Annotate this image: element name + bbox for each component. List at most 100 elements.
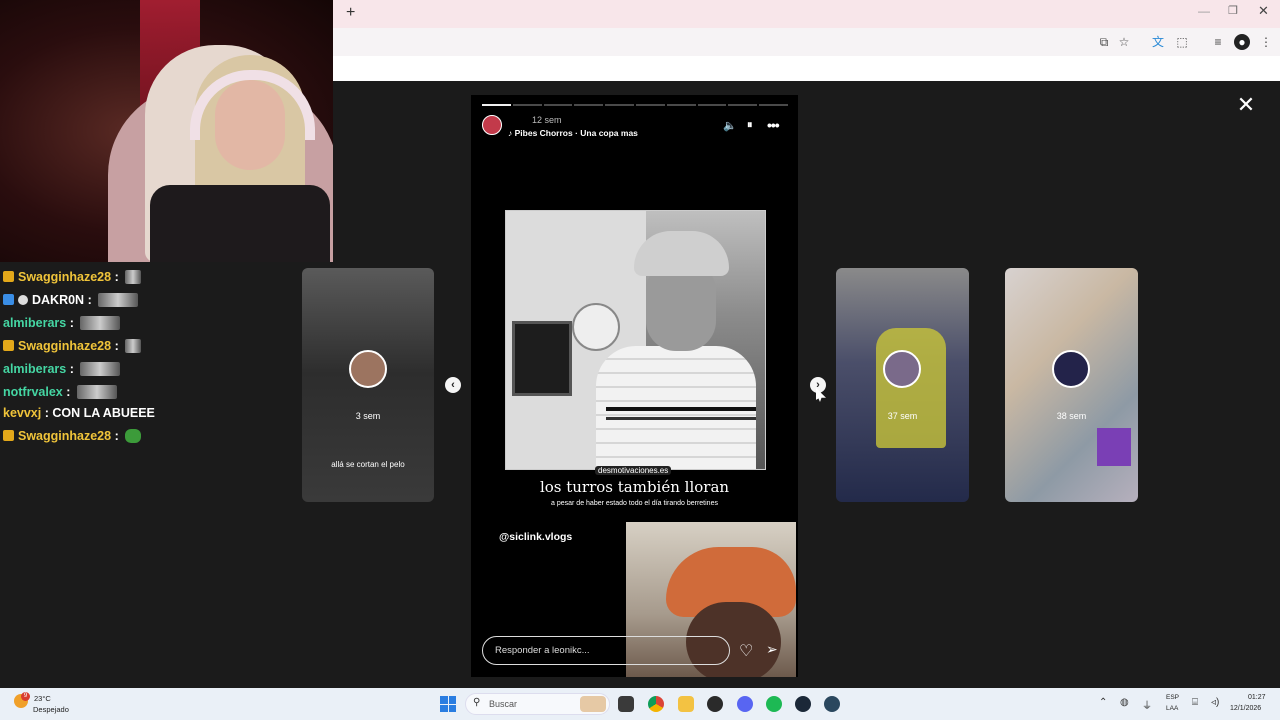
- previous-story-button[interactable]: ‹: [445, 377, 461, 393]
- close-viewer-button[interactable]: ✕: [1236, 94, 1256, 116]
- tray-app-icon[interactable]: ◍: [1120, 697, 1129, 708]
- steam-alt-icon[interactable]: [824, 696, 840, 712]
- share-send-icon[interactable]: ➢: [766, 641, 778, 658]
- progress-segment: [605, 104, 634, 106]
- chat-separator: :: [111, 429, 123, 443]
- progress-segment: [636, 104, 665, 106]
- keyboard-layout-indicator[interactable]: LAA: [1166, 705, 1178, 712]
- windows-start-icon[interactable]: [440, 696, 456, 712]
- story-caption: allá se cortan el pelo: [331, 460, 405, 469]
- progress-segment: [574, 104, 604, 106]
- story-age: 37 sem: [887, 411, 918, 421]
- tray-overflow-icon[interactable]: ⌃: [1099, 697, 1107, 708]
- story-music-label[interactable]: ♪ Pibes Chorros · Una copa mas: [508, 128, 638, 138]
- music-icon: ♪: [508, 128, 515, 138]
- chat-emote-icon: [76, 385, 117, 399]
- chat-emote-icon: [125, 270, 142, 284]
- chat-message: DAKR0N :: [3, 291, 139, 309]
- chat-username[interactable]: notfrvalex: [3, 385, 63, 399]
- chat-username[interactable]: Swagginhaze28: [18, 270, 111, 284]
- microphone-icon[interactable]: ⏚: [1142, 697, 1152, 712]
- chat-badge-icon: [3, 430, 14, 441]
- chat-text: CON LA ABUEEE: [52, 406, 155, 420]
- network-icon[interactable]: ⌸: [1192, 697, 1198, 708]
- install-app-icon[interactable]: ⧉: [1096, 34, 1112, 50]
- browser-menu-icon[interactable]: ⋮: [1258, 34, 1274, 50]
- chat-separator: :: [111, 339, 123, 353]
- volume-icon[interactable]: ◃): [1211, 697, 1219, 708]
- story-avatar: [1052, 350, 1090, 388]
- spotify-icon[interactable]: [766, 696, 782, 712]
- chat-message: notfrvalex :: [3, 383, 117, 401]
- chat-message: Swagginhaze28 :: [3, 268, 142, 286]
- close-window-button[interactable]: ✕: [1258, 3, 1270, 19]
- task-view-icon[interactable]: [618, 696, 634, 712]
- chat-username[interactable]: kevvxj: [3, 406, 41, 420]
- chat-message: Swagginhaze28 :: [3, 337, 142, 355]
- weather-condition[interactable]: Despejado: [33, 705, 69, 714]
- chat-username[interactable]: DAKR0N: [32, 293, 84, 307]
- chat-username[interactable]: almiberars: [3, 316, 66, 330]
- steam-icon[interactable]: [795, 696, 811, 712]
- translate-icon[interactable]: 文: [1150, 34, 1166, 50]
- story-author-avatar[interactable]: [482, 115, 502, 135]
- search-icon: ⚲: [473, 697, 481, 708]
- chat-separator: :: [111, 270, 123, 284]
- new-tab-button[interactable]: +: [346, 5, 360, 21]
- cam-shirt: [150, 185, 330, 262]
- language-indicator[interactable]: ESP: [1166, 694, 1179, 701]
- media-control-icon[interactable]: ≡: [1210, 34, 1226, 50]
- file-explorer-icon[interactable]: [678, 696, 694, 712]
- progress-segment: [482, 104, 511, 106]
- story-figure: [876, 328, 946, 448]
- story-main[interactable]: 12 sem ♪ Pibes Chorros · Una copa mas 🔈 …: [471, 95, 798, 677]
- story-age: 38 sem: [1056, 411, 1087, 421]
- chat-separator: :: [66, 316, 78, 330]
- story-photo: [505, 210, 766, 470]
- minimize-window-button[interactable]: —: [1198, 4, 1210, 18]
- clock-time[interactable]: 01:27: [1248, 694, 1266, 701]
- story-avatar: [883, 350, 921, 388]
- chat-separator: :: [66, 362, 78, 376]
- chat-message: almiberars :: [3, 360, 121, 378]
- stream-chat: Swagginhaze28 : DAKR0N : almiberars : Sw…: [0, 262, 300, 688]
- clock-date[interactable]: 12/1/2026: [1230, 705, 1261, 712]
- weather-temperature[interactable]: 23°C: [34, 694, 51, 703]
- story-preview-right-2[interactable]: 38 sem: [1005, 268, 1138, 502]
- bookmark-star-icon[interactable]: ☆: [1116, 34, 1132, 50]
- like-heart-icon[interactable]: ♡: [739, 641, 753, 661]
- chat-username[interactable]: almiberars: [3, 362, 66, 376]
- page-header-strip: [333, 56, 1280, 81]
- chat-badge-icon: [3, 271, 14, 282]
- chat-emote-icon: [98, 293, 139, 307]
- story-subtitle: a pesar de haber estado todo el día tira…: [551, 500, 718, 507]
- story-handle: @siclink.vlogs: [499, 531, 573, 543]
- profile-avatar-icon[interactable]: ●: [1234, 34, 1250, 50]
- more-options-icon[interactable]: •••: [767, 117, 780, 133]
- photo-fan: [572, 303, 620, 351]
- story-preview-right-1[interactable]: 37 sem: [836, 268, 969, 502]
- progress-segment: [512, 104, 542, 106]
- chat-message: Swagginhaze28 :: [3, 427, 142, 445]
- extensions-icon[interactable]: ⬚: [1174, 34, 1190, 50]
- chrome-icon[interactable]: [648, 696, 664, 712]
- reply-input[interactable]: Responder a leonikc...: [482, 636, 730, 665]
- obs-icon[interactable]: [707, 696, 723, 712]
- chat-username[interactable]: Swagginhaze28: [18, 429, 111, 443]
- chat-message: almiberars :: [3, 314, 121, 332]
- pause-icon[interactable]: ⏸: [747, 119, 753, 132]
- search-highlight-icon[interactable]: [580, 696, 606, 712]
- chat-username[interactable]: Swagginhaze28: [18, 339, 111, 353]
- streamer-webcam: [0, 0, 333, 262]
- weather-badge: 9: [21, 692, 30, 701]
- discord-icon[interactable]: [737, 696, 753, 712]
- browser-tab-strip: [333, 0, 1280, 28]
- sub-badge-icon: [18, 295, 28, 305]
- maximize-window-button[interactable]: ❐: [1228, 4, 1240, 17]
- mute-icon[interactable]: 🔈: [723, 119, 737, 132]
- story-age: 3 sem: [355, 411, 381, 421]
- photo-tv: [512, 321, 572, 396]
- chat-emote-icon: [125, 429, 142, 443]
- story-preview-left[interactable]: 3 sem allá se cortan el pelo: [302, 268, 434, 502]
- story-sticker: [1097, 428, 1131, 466]
